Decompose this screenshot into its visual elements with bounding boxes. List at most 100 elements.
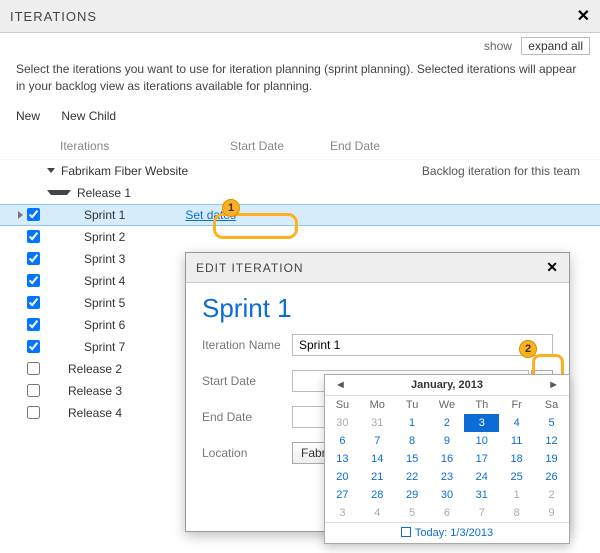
calendar-day[interactable]: 3 <box>325 504 360 522</box>
expand-icon[interactable] <box>47 190 71 195</box>
view-toolbar: show expand all <box>0 33 600 53</box>
calendar-day[interactable]: 24 <box>464 468 499 486</box>
picker-header: ◄ January, 2013 ► <box>325 375 569 396</box>
iteration-checkbox[interactable] <box>27 274 40 287</box>
weekday-header: Sa <box>534 396 569 414</box>
calendar-day[interactable]: 15 <box>395 450 430 468</box>
weekday-header: Mo <box>360 396 395 414</box>
calendar-day[interactable]: 13 <box>325 450 360 468</box>
calendar-day[interactable]: 29 <box>395 486 430 504</box>
new-child-button[interactable]: New Child <box>61 109 116 123</box>
calendar-day[interactable]: 23 <box>430 468 465 486</box>
iteration-checkbox[interactable] <box>27 252 40 265</box>
calendar-day[interactable]: 30 <box>430 486 465 504</box>
tree-label: Sprint 7 <box>46 340 125 354</box>
calendar-day[interactable]: 8 <box>395 432 430 450</box>
calendar-day[interactable]: 9 <box>430 432 465 450</box>
field-label: Start Date <box>202 374 292 388</box>
weekday-header: Tu <box>395 396 430 414</box>
date-picker: ◄ January, 2013 ► SuMoTuWeThFrSa 3031123… <box>324 374 570 544</box>
tree-row-sprint[interactable]: Sprint 2 <box>0 226 600 248</box>
calendar-day[interactable]: 31 <box>360 414 395 432</box>
field-label: Location <box>202 446 292 460</box>
panel-title: ITERATIONS <box>10 9 97 24</box>
calendar-day[interactable]: 19 <box>534 450 569 468</box>
annotation-badge-2: 2 <box>519 340 537 358</box>
calendar-day[interactable]: 6 <box>325 432 360 450</box>
calendar-day[interactable]: 18 <box>499 450 534 468</box>
iteration-checkbox[interactable] <box>27 318 40 331</box>
calendar-day[interactable]: 20 <box>325 468 360 486</box>
col-end: End Date <box>330 139 430 153</box>
picker-today[interactable]: Today: 1/3/2013 <box>325 522 569 543</box>
tree-label: Sprint 2 <box>46 230 125 244</box>
calendar-day[interactable]: 8 <box>499 504 534 522</box>
tree-label: Release 2 <box>46 362 122 376</box>
backlog-note: Backlog iteration for this team <box>422 164 580 178</box>
calendar-day[interactable]: 12 <box>534 432 569 450</box>
iteration-checkbox[interactable] <box>27 340 40 353</box>
close-icon[interactable]: ✕ <box>546 259 559 276</box>
iteration-checkbox[interactable] <box>27 296 40 309</box>
iteration-checkbox[interactable] <box>27 406 40 419</box>
calendar-day[interactable]: 3 <box>464 414 499 432</box>
col-iterations: Iterations <box>60 139 230 153</box>
iteration-checkbox[interactable] <box>27 362 40 375</box>
calendar-day[interactable]: 17 <box>464 450 499 468</box>
col-start: Start Date <box>230 139 330 153</box>
field-iteration-name: Iteration Name <box>202 334 553 356</box>
tree-row-sprint[interactable]: Sprint 1Set dates <box>0 204 600 226</box>
calendar-day[interactable]: 11 <box>499 432 534 450</box>
annotation-ring-1 <box>213 213 298 239</box>
calendar-day[interactable]: 22 <box>395 468 430 486</box>
calendar-day[interactable]: 21 <box>360 468 395 486</box>
calendar-day[interactable]: 2 <box>534 486 569 504</box>
calendar-day[interactable]: 7 <box>464 504 499 522</box>
calendar-day[interactable]: 1 <box>395 414 430 432</box>
calendar-day[interactable]: 27 <box>325 486 360 504</box>
tree-label: Release 4 <box>46 406 122 420</box>
calendar-day[interactable]: 2 <box>430 414 465 432</box>
calendar-day[interactable]: 1 <box>499 486 534 504</box>
weekday-header: Su <box>325 396 360 414</box>
annotation-badge-1: 1 <box>222 199 240 217</box>
iteration-checkbox[interactable] <box>27 230 40 243</box>
calendar-day[interactable]: 14 <box>360 450 395 468</box>
calendar-day[interactable]: 4 <box>360 504 395 522</box>
iteration-checkbox[interactable] <box>27 384 40 397</box>
tree-row-root[interactable]: Fabrikam Fiber Website Backlog iteration… <box>0 160 600 182</box>
new-button[interactable]: New <box>16 109 40 123</box>
expand-icon[interactable] <box>47 168 55 173</box>
field-label: End Date <box>202 410 292 424</box>
calendar-day[interactable]: 16 <box>430 450 465 468</box>
calendar-day[interactable]: 5 <box>395 504 430 522</box>
dialog-header: EDIT ITERATION ✕ <box>186 253 569 283</box>
iteration-checkbox[interactable] <box>27 208 40 221</box>
calendar-day[interactable]: 25 <box>499 468 534 486</box>
calendar-day[interactable]: 7 <box>360 432 395 450</box>
show-link[interactable]: show <box>484 39 512 53</box>
iteration-name-input[interactable] <box>292 334 553 356</box>
panel-header: ITERATIONS ✕ <box>0 0 600 33</box>
calendar-day[interactable]: 5 <box>534 414 569 432</box>
next-month-icon[interactable]: ► <box>544 379 563 391</box>
calendar-day[interactable]: 10 <box>464 432 499 450</box>
tree-label: Fabrikam Fiber Website <box>61 164 188 178</box>
calendar-day[interactable]: 26 <box>534 468 569 486</box>
grid-header: Iterations Start Date End Date <box>0 133 600 160</box>
calendar-day[interactable]: 30 <box>325 414 360 432</box>
row-caret-icon <box>18 211 23 219</box>
calendar-day[interactable]: 31 <box>464 486 499 504</box>
picker-month[interactable]: January, 2013 <box>411 379 483 391</box>
expand-all-button[interactable]: expand all <box>521 37 590 55</box>
dialog-title: EDIT ITERATION <box>196 261 304 275</box>
calendar-day[interactable]: 6 <box>430 504 465 522</box>
calendar-day[interactable]: 28 <box>360 486 395 504</box>
dialog-heading: Sprint 1 <box>202 293 553 324</box>
calendar-day[interactable]: 4 <box>499 414 534 432</box>
tree-row-release1[interactable]: Release 1 <box>0 182 600 204</box>
prev-month-icon[interactable]: ◄ <box>331 379 350 391</box>
calendar-day[interactable]: 9 <box>534 504 569 522</box>
close-icon[interactable]: ✕ <box>577 6 590 26</box>
today-label: Today: 1/3/2013 <box>415 527 493 539</box>
